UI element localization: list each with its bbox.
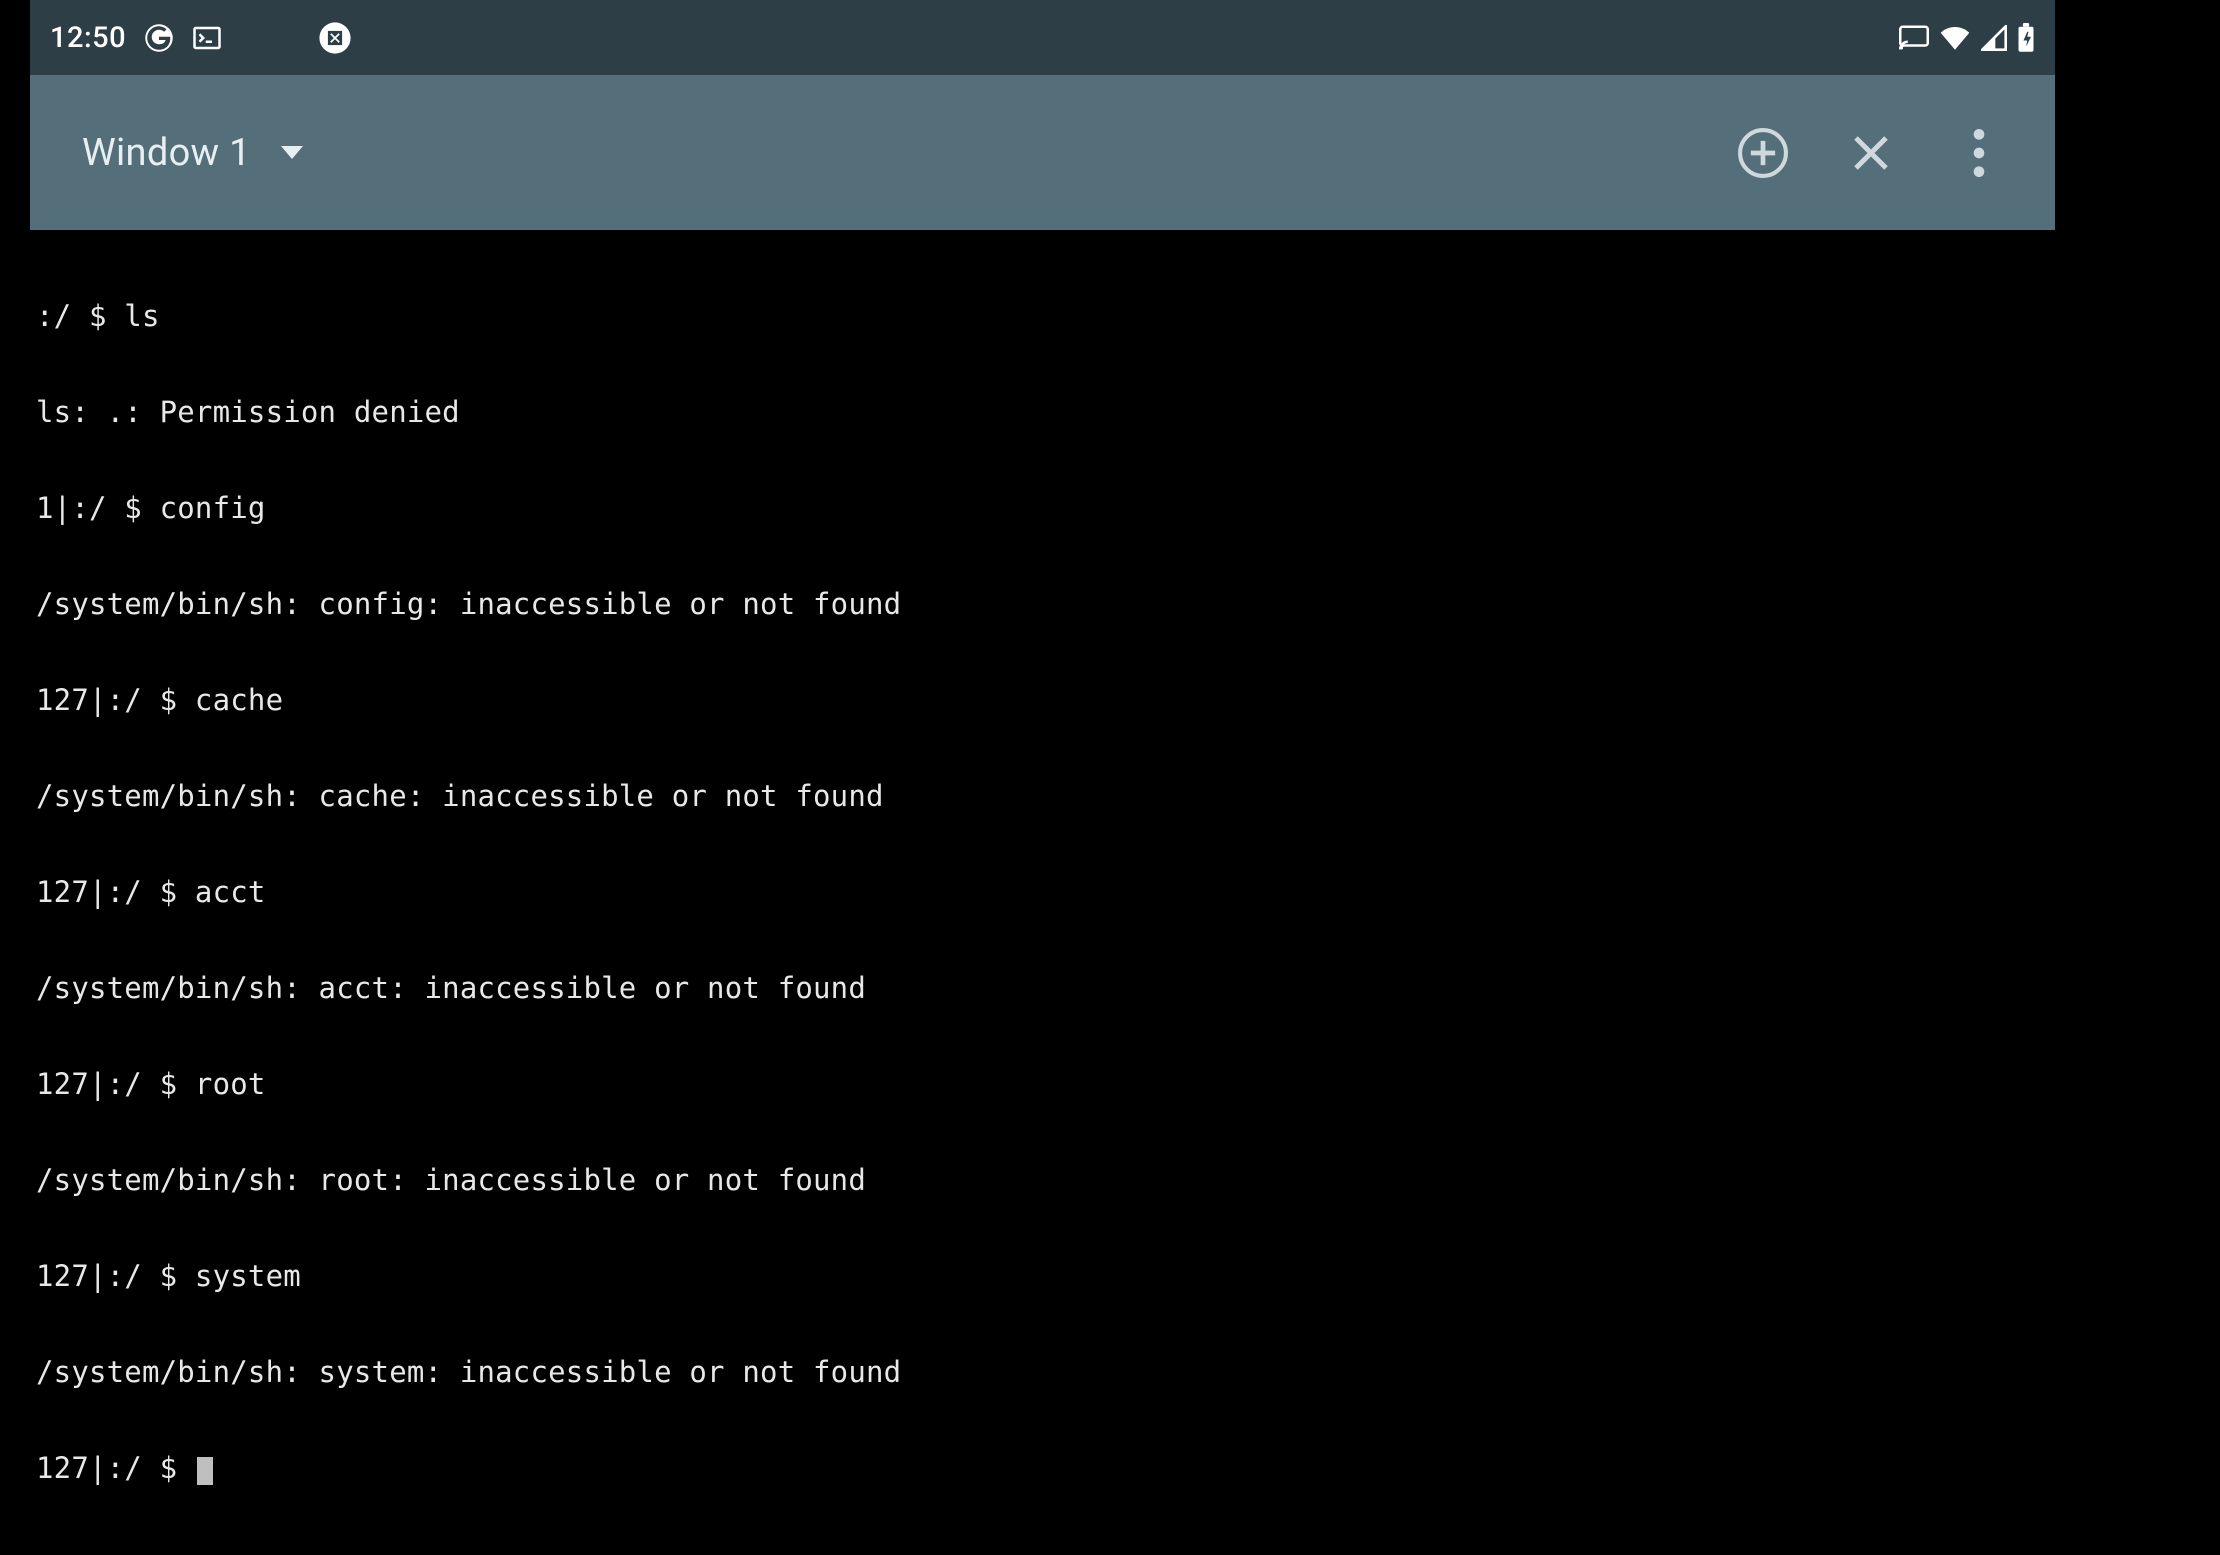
more-options-button[interactable] <box>1951 125 2007 181</box>
terminal-line: 127|:/ $ system <box>36 1260 2049 1292</box>
cursor-icon <box>197 1457 213 1485</box>
terminal-line: 1|:/ $ config <box>36 492 2049 524</box>
window-title: Window 1 <box>82 131 251 175</box>
terminal-line: 127|:/ $ acct <box>36 876 2049 908</box>
right-black-margin <box>2055 0 2220 1080</box>
window-selector[interactable]: Window 1 <box>82 131 303 175</box>
cell-signal-icon <box>1981 25 2007 51</box>
terminal-line: /system/bin/sh: system: inaccessible or … <box>36 1356 2049 1388</box>
add-window-button[interactable] <box>1735 125 1791 181</box>
terminal-line: 127|:/ $ cache <box>36 684 2049 716</box>
terminal-line: /system/bin/sh: cache: inaccessible or n… <box>36 780 2049 812</box>
terminal-line: 127|:/ $ root <box>36 1068 2049 1100</box>
terminal-prompt: 127|:/ $ <box>36 1451 195 1485</box>
terminal-line: /system/bin/sh: config: inaccessible or … <box>36 588 2049 620</box>
terminal-small-icon <box>192 23 222 53</box>
terminal-output[interactable]: :/ $ ls ls: .: Permission denied 1|:/ $ … <box>30 230 2055 1555</box>
terminal-line: :/ $ ls <box>36 300 2049 332</box>
google-icon <box>144 23 174 53</box>
status-bar: 12:50 <box>30 0 2055 75</box>
app-bar: Window 1 <box>30 75 2055 230</box>
terminal-line: ls: .: Permission denied <box>36 396 2049 428</box>
terminal-line: /system/bin/sh: root: inaccessible or no… <box>36 1164 2049 1196</box>
screen-rotate-icon <box>318 21 352 55</box>
close-window-button[interactable] <box>1843 125 1899 181</box>
status-time: 12:50 <box>50 21 126 55</box>
wifi-icon <box>1939 25 1971 51</box>
chevron-down-icon <box>281 146 303 159</box>
battery-icon <box>2017 23 2035 53</box>
terminal-line: /system/bin/sh: acct: inaccessible or no… <box>36 972 2049 1004</box>
terminal-prompt-line: 127|:/ $ <box>36 1452 2049 1485</box>
cast-icon <box>1899 25 1929 51</box>
